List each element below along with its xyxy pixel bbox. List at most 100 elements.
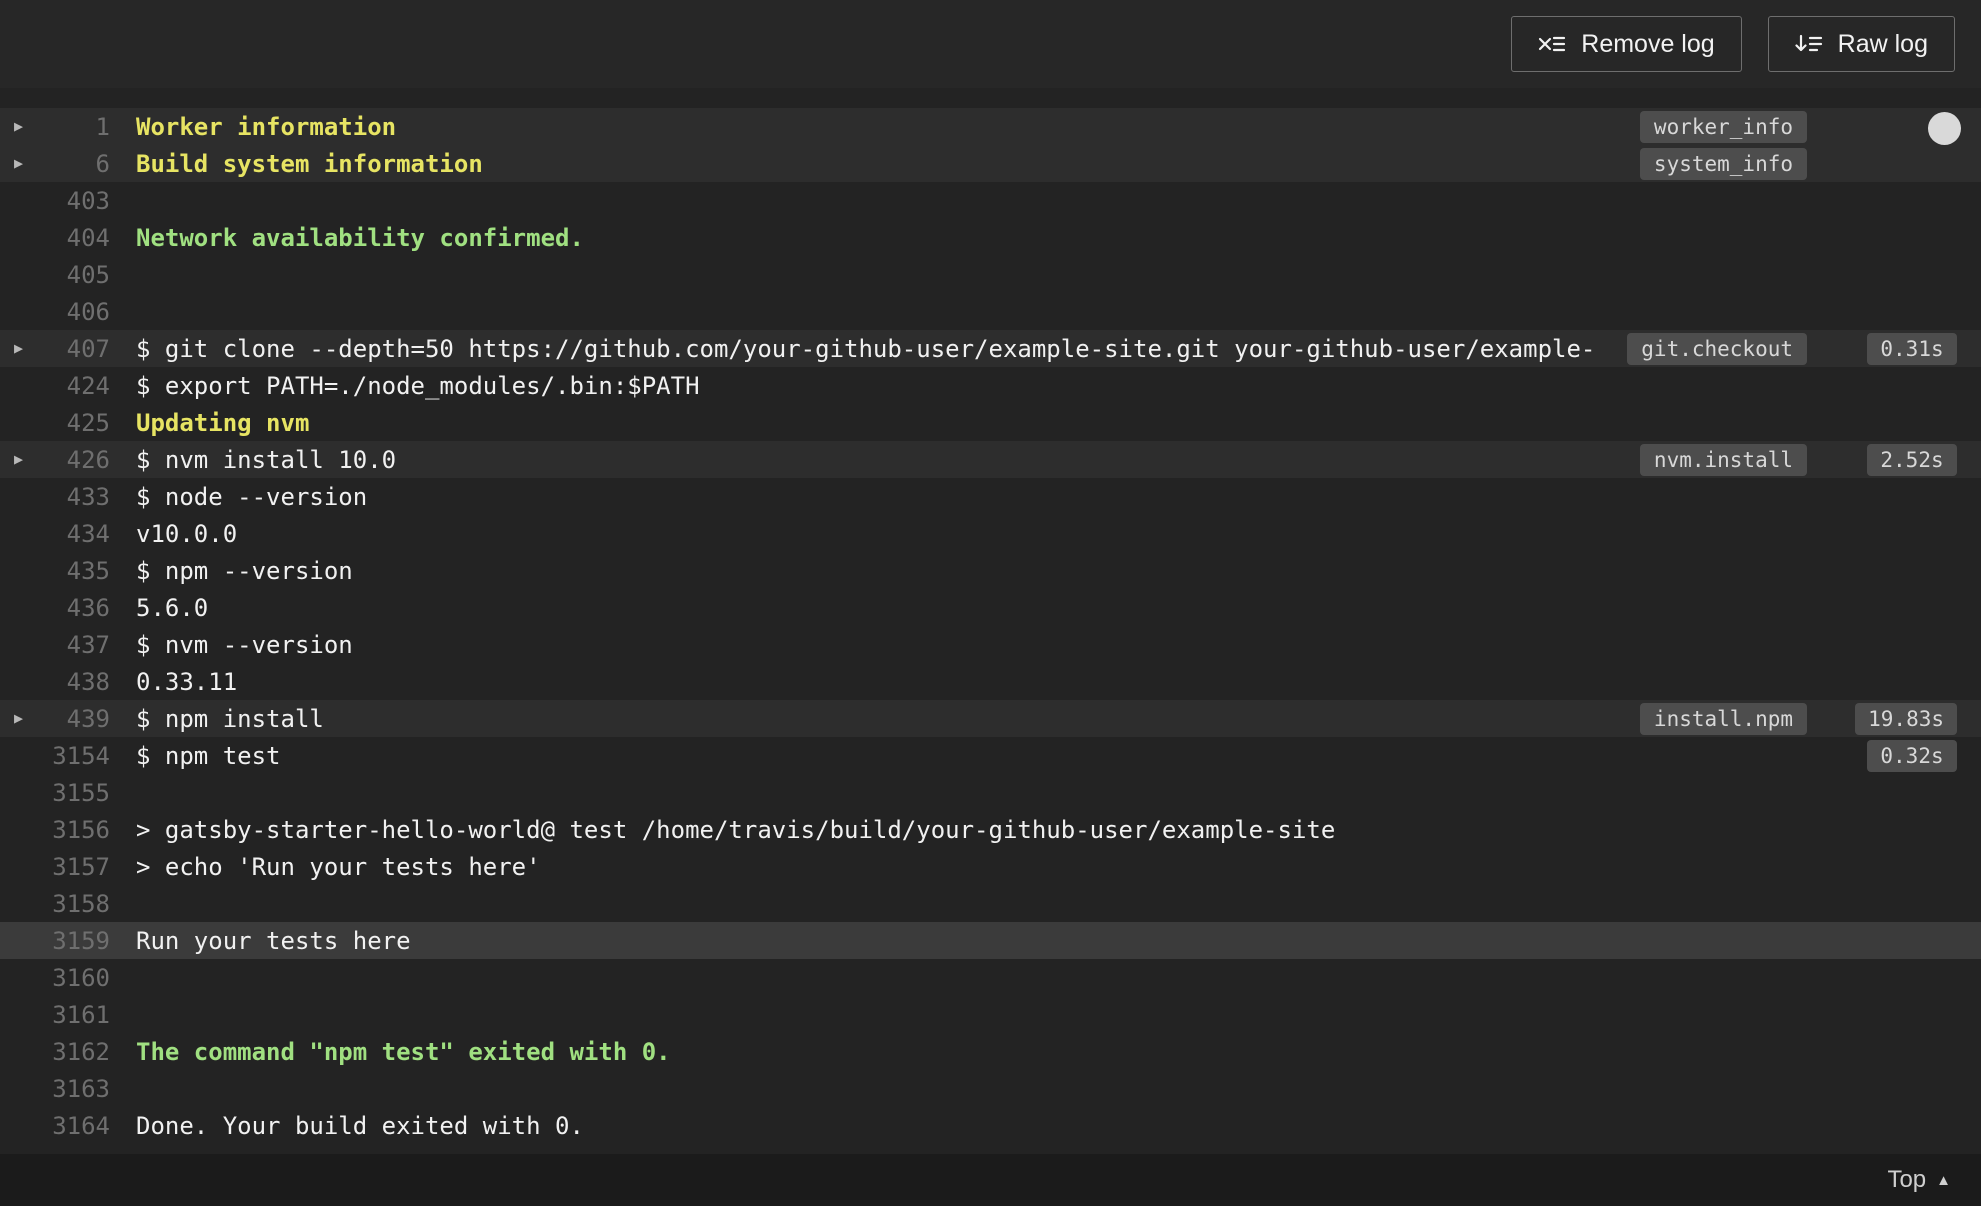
line-number[interactable]: 3161 [44, 1001, 110, 1029]
duration-badge: 0.32s [1867, 739, 1957, 772]
raw-log-label: Raw log [1837, 29, 1928, 58]
remove-log-label: Remove log [1581, 29, 1715, 58]
line-number[interactable]: 426 [44, 446, 110, 474]
chevron-up-icon: ▲ [1936, 1171, 1951, 1189]
log-area: ▶ 1 Worker information worker_info ▶ 6 Build s… [0, 88, 1981, 1154]
line-number[interactable]: 437 [44, 631, 110, 659]
log-line: 425 Updating nvm [0, 404, 1981, 441]
fold-name-badge: worker_info [1639, 110, 1807, 143]
log-line: 403 [0, 182, 1981, 219]
duration-badge: 0.31s [1867, 332, 1957, 365]
line-number[interactable]: 424 [44, 372, 110, 400]
line-text: Worker information [136, 112, 397, 141]
line-number[interactable]: 433 [44, 483, 110, 511]
log-line: 438 0.33.11 [0, 663, 1981, 700]
log-toolbar: Remove log Raw log [0, 0, 1981, 88]
duration-badge: 2.52s [1867, 443, 1957, 476]
line-text: > gatsby-starter-hello-world@ test /home… [136, 815, 1336, 844]
log-line: 3164 Done. Your build exited with 0. [0, 1107, 1981, 1144]
line-text: $ npm --version [136, 556, 353, 585]
log-line: 3160 [0, 959, 1981, 996]
log-line: 405 [0, 256, 1981, 293]
fold-toggle-icon[interactable]: ▶ [0, 108, 44, 145]
log-line: 3157 > echo 'Run your tests here' [0, 848, 1981, 885]
line-number[interactable]: 1 [44, 113, 110, 141]
log-line: ▶ 1 Worker information worker_info [0, 108, 1981, 145]
scroll-indicator[interactable] [1928, 112, 1961, 145]
line-text: The command "npm test" exited with 0. [136, 1037, 671, 1066]
line-number[interactable]: 406 [44, 298, 110, 326]
top-label: Top [1887, 1166, 1927, 1193]
remove-log-icon [1539, 36, 1566, 52]
line-text: v10.0.0 [136, 519, 238, 548]
log-line: 3159 Run your tests here [0, 922, 1981, 959]
line-number[interactable]: 3164 [44, 1112, 110, 1140]
line-number[interactable]: 3163 [44, 1075, 110, 1103]
line-text: $ node --version [136, 482, 368, 511]
line-text: > echo 'Run your tests here' [136, 852, 541, 881]
scroll-to-top-link[interactable]: Top ▲ [1887, 1166, 1951, 1194]
log-line: ▶ 407 $ git clone --depth=50 https://githu… [0, 330, 1981, 367]
duration-col: 0.31s [1815, 332, 1957, 365]
line-number[interactable]: 3160 [44, 964, 110, 992]
log-line: 436 5.6.0 [0, 589, 1981, 626]
log-line: ▶ 426 $ nvm install 10.0 nvm.install 2.52s [0, 441, 1981, 478]
line-text: Done. Your build exited with 0. [136, 1111, 584, 1140]
line-text: $ npm test [136, 741, 281, 770]
duration-col: 0.32s [1815, 739, 1957, 772]
fold-name-badge: system_info [1639, 147, 1807, 180]
line-number[interactable]: 3162 [44, 1038, 110, 1066]
line-number[interactable]: 3157 [44, 853, 110, 881]
fold-toggle-icon[interactable]: ▶ [0, 700, 44, 737]
fold-toggle-icon[interactable]: ▶ [0, 441, 44, 478]
line-number[interactable]: 436 [44, 594, 110, 622]
log-line: 404 Network availability confirmed. [0, 219, 1981, 256]
line-text: $ nvm --version [136, 630, 353, 659]
line-text: Build system information [136, 149, 483, 178]
log-line: 3158 [0, 885, 1981, 922]
log-line: 437 $ nvm --version [0, 626, 1981, 663]
line-text: Network availability confirmed. [136, 223, 584, 252]
line-number[interactable]: 404 [44, 224, 110, 252]
line-number[interactable]: 407 [44, 335, 110, 363]
log-line: 3154 $ npm test 0.32s [0, 737, 1981, 774]
line-text: 0.33.11 [136, 667, 238, 696]
line-number[interactable]: 438 [44, 668, 110, 696]
line-number[interactable]: 3159 [44, 927, 110, 955]
line-number[interactable]: 434 [44, 520, 110, 548]
line-number[interactable]: 3158 [44, 890, 110, 918]
line-text: 5.6.0 [136, 593, 209, 622]
line-number[interactable]: 405 [44, 261, 110, 289]
line-number[interactable]: 3155 [44, 779, 110, 807]
line-text: $ nvm install 10.0 [136, 445, 397, 474]
fold-toggle-icon[interactable]: ▶ [0, 145, 44, 182]
line-number[interactable]: 3156 [44, 816, 110, 844]
log-footer: Top ▲ [0, 1154, 1981, 1206]
log-line: 3162 The command "npm test" exited with 0… [0, 1033, 1981, 1070]
line-number[interactable]: 403 [44, 187, 110, 215]
log-line: 3156 > gatsby-starter-hello-world@ test /… [0, 811, 1981, 848]
fold-name-badge: git.checkout [1627, 332, 1807, 365]
build-log-page: Remove log Raw log ▶ 1 Worker information w… [0, 0, 1981, 1206]
raw-log-button[interactable]: Raw log [1767, 16, 1955, 72]
fold-name-badge: install.npm [1639, 702, 1807, 735]
remove-log-button[interactable]: Remove log [1511, 16, 1742, 72]
line-text: Run your tests here [136, 926, 411, 955]
log-line: 434 v10.0.0 [0, 515, 1981, 552]
line-number[interactable]: 439 [44, 705, 110, 733]
line-number[interactable]: 435 [44, 557, 110, 585]
log-line: 406 [0, 293, 1981, 330]
log-lines: ▶ 1 Worker information worker_info ▶ 6 Build s… [0, 108, 1981, 1144]
log-line: ▶ 6 Build system information system_info [0, 145, 1981, 182]
log-line: 3163 [0, 1070, 1981, 1107]
line-number[interactable]: 6 [44, 150, 110, 178]
line-number[interactable]: 3154 [44, 742, 110, 770]
fold-toggle-icon[interactable]: ▶ [0, 330, 44, 367]
duration-badge: 19.83s [1855, 702, 1957, 735]
line-number[interactable]: 425 [44, 409, 110, 437]
log-line: 3155 [0, 774, 1981, 811]
line-text: Updating nvm [136, 408, 310, 437]
line-text: $ git clone --depth=50 https://github.co… [136, 334, 1596, 363]
duration-col: 19.83s [1815, 702, 1957, 735]
fold-name-badge: nvm.install [1639, 443, 1807, 476]
